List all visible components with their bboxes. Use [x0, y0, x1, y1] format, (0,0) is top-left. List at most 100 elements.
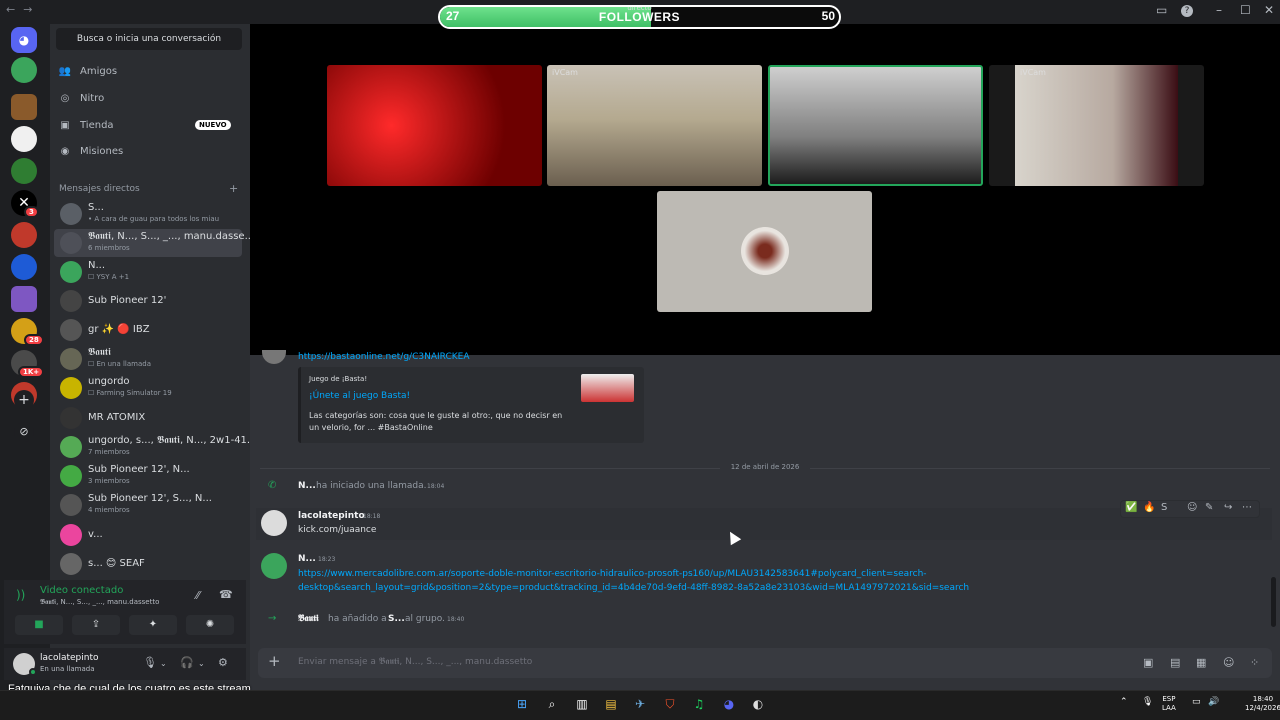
dm-item[interactable]: ungordo, s..., 𝕭𝖆𝖚𝖙𝖎, N..., 2w1-41... 7 m… [54, 433, 256, 461]
nav-nitro[interactable]: ◎ Nitro [58, 88, 244, 110]
message-link[interactable]: https://www.mercadolibre.com.ar/soporte-… [298, 569, 927, 579]
dm-item[interactable]: N... ☐ YSY A +1 [54, 258, 242, 286]
discover-icon[interactable]: ⊘ [14, 422, 34, 442]
dm-item[interactable]: 𝕭𝖆𝖚𝖙𝖎, N..., S..., _..., manu.dasse... 6 … [54, 229, 254, 257]
dm-item[interactable]: Sub Pioneer 12', S..., N... 4 miembros [54, 491, 242, 519]
server-icon[interactable] [11, 94, 37, 120]
attach-plus-icon[interactable]: + [268, 652, 281, 670]
dm-item[interactable]: Sub Pioneer 12' [54, 287, 242, 315]
clock[interactable]: 18:40 12/4/2026 [1245, 695, 1280, 713]
message-link[interactable]: https://bastaonline.net/g/C3NAIRCKEA [298, 352, 469, 362]
signal-icon[interactable]: )) [16, 588, 25, 602]
dm-item[interactable]: ungordo ☐ Farming Simulator 19 [54, 374, 242, 402]
soundboard-button[interactable]: ✺ [186, 615, 234, 635]
server-icon[interactable] [11, 286, 37, 312]
video-tile[interactable]: iVCam [989, 65, 1204, 186]
edit-icon[interactable]: ✎ [1205, 502, 1213, 513]
maximize-button[interactable]: ☐ [1240, 3, 1251, 17]
dm-item[interactable]: S... • A cara de guau para todos los miau [54, 200, 242, 228]
server-icon[interactable] [11, 254, 37, 280]
start-icon[interactable]: ⊞ [513, 696, 531, 712]
chevron-down-icon[interactable]: ⌄ [160, 659, 167, 668]
dm-name: gr ✨ 🔴 IBZ [88, 324, 150, 335]
dm-item[interactable]: Sub Pioneer 12', N... 3 miembros [54, 462, 242, 490]
more-icon[interactable]: ⋯ [1242, 502, 1252, 513]
gif-icon[interactable]: ▤ [1170, 656, 1180, 669]
search-icon[interactable]: ⌕ [543, 696, 561, 712]
camera-button[interactable]: ■ [15, 615, 63, 635]
discord-home-icon[interactable]: ◕ [11, 27, 37, 53]
noise-suppression-icon[interactable]: ⁄⁄ [196, 589, 200, 602]
nav-quests[interactable]: ◉ Misiones [58, 141, 244, 163]
tile-label: iVCam [1020, 68, 1046, 77]
search-conversation-button[interactable]: Busca o inicia una conversación [56, 28, 242, 50]
check-reaction-icon[interactable]: ✅ [1125, 502, 1137, 513]
discord-icon[interactable]: ◕ [720, 696, 738, 712]
avatar-tile[interactable] [657, 191, 872, 312]
server-icon[interactable] [11, 126, 37, 152]
steam-icon[interactable]: ✈ [631, 696, 649, 712]
super-reaction-icon[interactable]: S [1161, 502, 1167, 513]
server-icon[interactable] [11, 158, 37, 184]
message-author[interactable]: lacolatepinto [298, 511, 365, 521]
brave-icon[interactable]: ⛉ [661, 696, 679, 712]
spotify-icon[interactable]: ♫ [690, 696, 708, 712]
microphone-icon[interactable]: 🎙 [143, 656, 157, 669]
help-icon[interactable]: ? [1181, 5, 1193, 17]
video-tile-speaking[interactable] [768, 65, 983, 186]
embed-title[interactable]: ¡Únete al juego Basta! [309, 391, 410, 401]
headphones-icon[interactable]: 🎧 [180, 656, 194, 669]
minimize-button[interactable]: – [1216, 3, 1222, 17]
chevron-down-icon[interactable]: ⌄ [198, 659, 205, 668]
add-server-icon[interactable]: + [14, 390, 34, 410]
inbox-icon[interactable]: ▭ [1156, 3, 1167, 17]
nav-friends[interactable]: 👥 Amigos [58, 61, 244, 83]
message-link[interactable]: desktop&search_layout=grid&position=2&ty… [298, 583, 969, 593]
dm-item[interactable]: 𝕭𝖆𝖚𝖙𝖎 ☐ En una llamada [54, 345, 242, 373]
volume-icon[interactable]: 🔊 [1208, 698, 1219, 707]
embed-thumbnail[interactable] [581, 374, 634, 402]
message-target[interactable]: S... [388, 614, 405, 624]
scrollbar[interactable] [1271, 577, 1276, 627]
video-tile[interactable] [327, 65, 542, 186]
screen-share-button[interactable]: ⇪ [72, 615, 120, 635]
gift-icon[interactable]: ▣ [1143, 656, 1153, 669]
clock-time: 18:40 [1252, 695, 1274, 703]
message-input[interactable]: Enviar mensaje a 𝕭𝖆𝖚𝖙𝖎, N..., S..., _...… [298, 657, 532, 667]
tray-mic-icon[interactable]: 🎙 [1142, 698, 1153, 707]
dm-item[interactable]: v... [54, 521, 242, 549]
file-explorer-icon[interactable]: ▤ [602, 696, 620, 712]
fire-reaction-icon[interactable]: 🔥 [1143, 502, 1155, 513]
network-icon[interactable]: ▭ [1192, 698, 1201, 707]
emoji-icon[interactable]: ☺ [1223, 656, 1234, 669]
chrome-icon[interactable]: ◐ [749, 696, 767, 712]
reply-icon[interactable]: ↪ [1224, 502, 1232, 513]
new-dm-plus-icon[interactable]: + [229, 182, 238, 195]
dm-item[interactable]: s... 😊 SEAF [54, 550, 242, 578]
history-arrows[interactable]: ←→ [6, 3, 40, 16]
avatar[interactable] [261, 553, 287, 579]
sticker-icon[interactable]: ▦ [1196, 656, 1206, 669]
voice-channel[interactable]: 𝕭𝖆𝖚𝖙𝖎, N..., S..., _..., manu.dassetto [40, 598, 159, 607]
dm-item[interactable]: MR ATOMIX [54, 404, 242, 432]
gear-icon[interactable]: ⚙ [218, 656, 228, 669]
forward-arrow-icon[interactable]: → [23, 3, 40, 16]
dm-item[interactable]: gr ✨ 🔴 IBZ [54, 316, 242, 344]
task-view-icon[interactable]: ▥ [573, 696, 591, 712]
message-author[interactable]: N... [298, 481, 316, 491]
message-author[interactable]: N... [298, 554, 316, 564]
back-arrow-icon[interactable]: ← [6, 3, 23, 16]
video-tile[interactable]: iVCam [547, 65, 762, 186]
language-indicator[interactable]: ESP LAA [1162, 695, 1176, 713]
avatar[interactable] [261, 510, 287, 536]
server-icon[interactable] [11, 57, 37, 83]
add-reaction-icon[interactable]: ☺ [1187, 502, 1197, 513]
disconnect-icon[interactable]: ☎ [219, 588, 233, 601]
apps-icon[interactable]: ⁘ [1250, 656, 1259, 669]
message-author[interactable]: 𝕭𝖆𝖚𝖙𝖎 [298, 614, 319, 624]
username[interactable]: lacolatepinto [40, 653, 99, 663]
close-button[interactable]: ✕ [1264, 3, 1274, 17]
tray-chevron-icon[interactable]: ⌃ [1120, 698, 1128, 707]
activities-button[interactable]: ✦ [129, 615, 177, 635]
server-icon[interactable] [11, 222, 37, 248]
